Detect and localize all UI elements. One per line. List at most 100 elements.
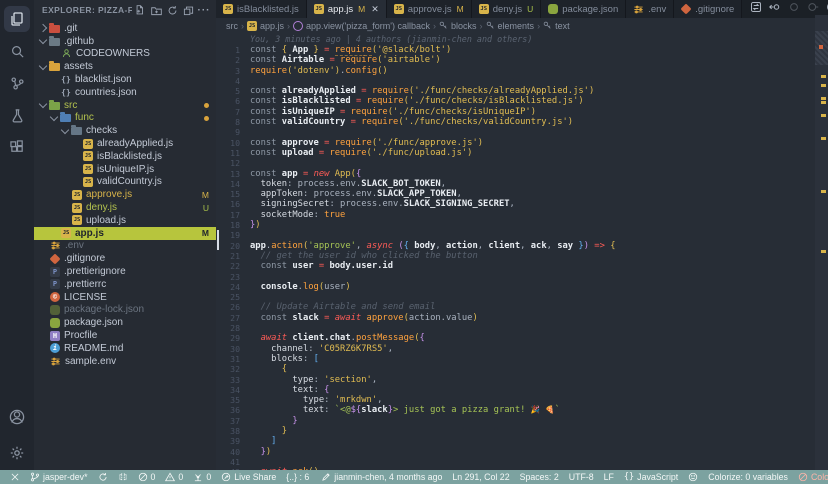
status-6[interactable]: {..} : 6	[282, 472, 313, 482]
tree-item-deny.js[interactable]: JSdeny.jsU	[34, 201, 216, 214]
code-editor[interactable]: You, 3 minutes ago | 4 authors (jianmin-…	[216, 33, 828, 470]
tree-item-validCountry.js[interactable]: JSvalidCountry.js	[34, 176, 216, 189]
tab-label: deny.js	[493, 4, 522, 15]
tree-item-package.json[interactable]: package.json	[34, 316, 216, 329]
tree-item-Procfile[interactable]: HProcfile	[34, 329, 216, 342]
status-utf-8[interactable]: UTF-8	[565, 472, 598, 482]
status-sync[interactable]	[94, 472, 112, 482]
status-0[interactable]: 0	[161, 472, 187, 482]
explorer-action-refresh[interactable]	[164, 2, 180, 18]
status-spaces-2[interactable]: Spaces: 2	[516, 472, 563, 482]
close-icon[interactable]: ✕	[371, 5, 379, 14]
explorer-action-new-folder[interactable]	[148, 2, 164, 18]
status-javascript[interactable]: {}JavaScript	[620, 472, 682, 482]
open-previous-change-icon[interactable]	[769, 0, 781, 18]
breadcrumb-text[interactable]: text	[543, 21, 570, 31]
line-content: const approve = require('./func/approve.…	[240, 138, 483, 148]
tree-item-countries.json[interactable]: {}countries.json	[34, 86, 216, 99]
tree-label: package-lock.json	[64, 304, 144, 315]
tab-.env-icon	[633, 4, 644, 15]
tree-item-CODEOWNERS[interactable]: CODEOWNERS	[34, 48, 216, 61]
tab-label: package.json	[562, 4, 618, 15]
activity-account[interactable]	[4, 404, 30, 430]
line-content: const user = body.user.id	[240, 261, 393, 271]
tree-item-.git[interactable]: .git	[34, 22, 216, 35]
status-0[interactable]: 0	[134, 472, 160, 482]
status-compare[interactable]	[114, 472, 132, 482]
breadcrumb-src[interactable]: src	[226, 21, 238, 31]
status-remote[interactable]	[6, 472, 24, 482]
tab-app.js[interactable]: JSapp.jsM✕	[307, 0, 387, 18]
breadcrumb-app.view('pizza_form')[interactable]: app.view('pizza_form') callback	[293, 21, 430, 31]
status-smiley[interactable]	[684, 472, 702, 482]
explorer-action-new-file[interactable]	[132, 2, 148, 18]
line-content: channel: 'C05RZ6K7RS5',	[240, 344, 393, 354]
crumb-separator: ›	[287, 21, 290, 31]
line-number: 14	[216, 179, 240, 189]
tree-item-package-lock.json[interactable]: package-lock.json	[34, 304, 216, 317]
tree-item-sample.env[interactable]: sample.env	[34, 355, 216, 368]
breadcrumb-app.js[interactable]: JSapp.js	[247, 21, 284, 31]
tree-item-assets[interactable]: assets	[34, 60, 216, 73]
tree-label: README.md	[64, 343, 123, 354]
breadcrumb-blocks[interactable]: blocks	[439, 21, 477, 31]
compare-changes-icon[interactable]	[750, 0, 762, 18]
status-ln-291-col-22[interactable]: Ln 291, Col 22	[448, 472, 513, 482]
activity-explorer[interactable]	[4, 6, 30, 32]
activity-settings[interactable]	[4, 440, 30, 466]
line-content: blocks: [	[240, 354, 319, 364]
tree-item-README.md[interactable]: iREADME.md	[34, 342, 216, 355]
tree-item-.github[interactable]: .github	[34, 35, 216, 48]
activity-extensions[interactable]	[4, 134, 30, 160]
activity-testing[interactable]	[4, 102, 30, 128]
tree-item-checks[interactable]: checks	[34, 124, 216, 137]
tab-.gitignore[interactable]: .gitignore	[674, 0, 742, 18]
tree-item-func[interactable]: func	[34, 112, 216, 125]
explorer-action-collapse-folders[interactable]	[180, 2, 196, 18]
tree-item-.prettierrc[interactable]: P.prettierrc	[34, 278, 216, 291]
overview-ruler-marker	[821, 190, 826, 193]
tree-item-upload.js[interactable]: JSupload.js	[34, 214, 216, 227]
tree-item-blacklist.json[interactable]: {}blacklist.json	[34, 73, 216, 86]
status-label: UTF-8	[569, 472, 594, 482]
editor-scrollbar[interactable]	[815, 15, 828, 470]
status-live-share[interactable]: Live Share	[217, 472, 280, 482]
tree-item-alreadyApplied.js[interactable]: JSalreadyApplied.js	[34, 137, 216, 150]
tab-.env[interactable]: .env	[626, 0, 674, 18]
code-line-9: 9	[216, 127, 828, 137]
status-jasper-dev[interactable]: jasper-dev*	[26, 472, 92, 482]
tab-package.json[interactable]: package.json	[541, 0, 626, 18]
code-line-28: 28	[216, 323, 828, 333]
explorer-action-more[interactable]: ···	[196, 2, 212, 18]
code-line-24: 24 console.log(user)	[216, 282, 828, 292]
tree-item-approve.js[interactable]: JSapprove.jsM	[34, 188, 216, 201]
tree-item-.prettierignore[interactable]: P.prettierignore	[34, 265, 216, 278]
tree-item-LICENSE[interactable]: ©LICENSE	[34, 291, 216, 304]
chevron-open-icon	[50, 113, 58, 121]
chevron-open-icon	[61, 126, 69, 134]
line-content: const app = new App({	[240, 169, 361, 179]
tab-isBlacklisted.js[interactable]: JSisBlacklisted.js	[216, 0, 307, 18]
tab-approve.js[interactable]: JSapprove.jsM	[387, 0, 472, 18]
tree-label: CODEOWNERS	[76, 48, 150, 59]
status-colorize-0-variables[interactable]: Colorize: 0 variables	[704, 472, 792, 482]
code-line-25: 25	[216, 292, 828, 302]
tree-item-.gitignore[interactable]: .gitignore	[34, 252, 216, 265]
status-colorize[interactable]: Colorize	[794, 472, 828, 482]
activity-search[interactable]	[4, 38, 30, 64]
status-jianmin-chen-4-months-ago[interactable]: jianmin-chen, 4 months ago	[317, 472, 446, 482]
tree-label: package.json	[64, 317, 123, 328]
tree-item-isUniqueIP.js[interactable]: JSisUniqueIP.js	[34, 163, 216, 176]
activity-source-control[interactable]	[4, 70, 30, 96]
status-0[interactable]: 0	[189, 472, 215, 482]
breadcrumb-elements[interactable]: elements	[486, 21, 535, 31]
status-lf[interactable]: LF	[600, 472, 618, 482]
tree-item-src[interactable]: src	[34, 99, 216, 112]
tree-item-isBlacklisted.js[interactable]: JSisBlacklisted.js	[34, 150, 216, 163]
line-number: 31	[216, 354, 240, 364]
assets-icon	[49, 62, 60, 71]
tab-deny.js[interactable]: JSdeny.jsU	[472, 0, 542, 18]
tree-item-.env[interactable]: .env	[34, 240, 216, 253]
tab-bar: JSisBlacklisted.jsJSapp.jsM✕JSapprove.js…	[216, 0, 828, 18]
tree-item-app.js[interactable]: JSapp.jsM	[34, 227, 216, 240]
